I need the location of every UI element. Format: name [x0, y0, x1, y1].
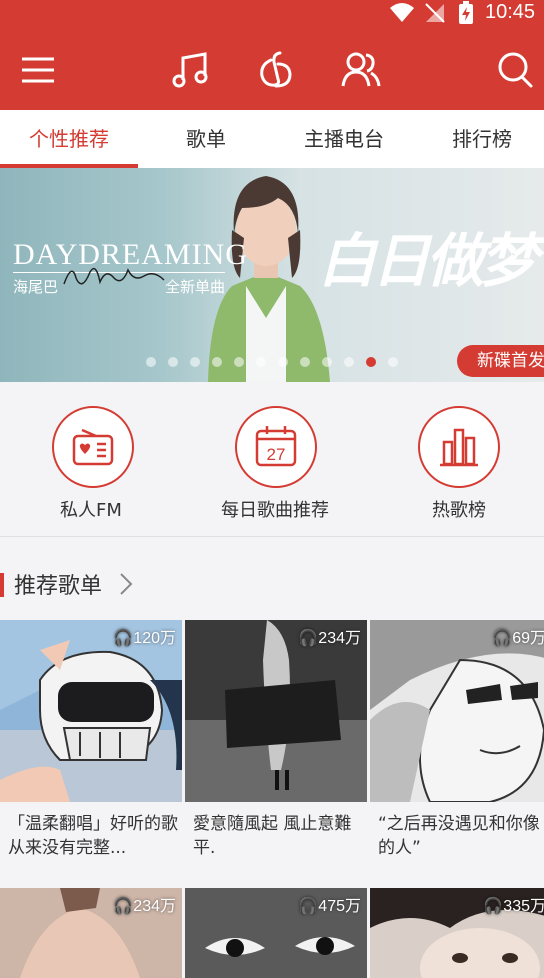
tab-charts[interactable]: 排行榜 [414, 110, 544, 168]
play-count: 🎧234万 [298, 630, 361, 647]
chevron-right-icon[interactable] [118, 571, 134, 597]
playlist-cover[interactable]: 🎧335万 [370, 888, 544, 978]
tab-radio[interactable]: 主播电台 [274, 110, 414, 168]
music-note-icon[interactable] [170, 50, 210, 90]
friends-icon[interactable] [340, 50, 382, 90]
private-fm-button[interactable] [52, 406, 134, 488]
playlist-title[interactable]: 「温柔翻唱」好听的歌从来没有完整... [8, 812, 178, 860]
play-count: 🎧69万 [492, 630, 544, 647]
radio-icon [72, 428, 114, 466]
menu-icon[interactable] [20, 56, 56, 84]
quick-nav: 私人FM 27 每日歌曲推荐 热歌榜 [0, 382, 544, 536]
section-title[interactable]: 推荐歌单 [14, 568, 102, 600]
hot-chart-button[interactable] [418, 406, 500, 488]
daily-recommend-button[interactable]: 27 [235, 406, 317, 488]
banner-artist: 海尾巴 [13, 278, 59, 296]
play-count-value: 69万 [512, 630, 544, 647]
play-count: 🎧234万 [113, 898, 176, 915]
carousel-dot[interactable] [190, 357, 200, 367]
playlist-cover[interactable]: 🎧120万 [0, 620, 182, 802]
play-count-value: 335万 [503, 898, 544, 915]
play-count-value: 475万 [318, 898, 361, 915]
banner-artist-image [208, 176, 330, 382]
netease-logo-icon[interactable] [256, 49, 296, 91]
playlist-cover[interactable]: 🎧475万 [185, 888, 367, 978]
play-count-value: 234万 [133, 898, 176, 915]
status-time: 10:45 [485, 1, 536, 23]
play-count: 🎧120万 [113, 630, 176, 647]
banner-signature [63, 267, 165, 285]
carousel-dot[interactable] [146, 357, 156, 367]
daily-recommend-label: 每日歌曲推荐 [221, 500, 329, 521]
playlist-cover[interactable]: 🎧234万 [185, 620, 367, 802]
top-app-bar: 10:45 [0, 0, 544, 110]
play-count: 🎧475万 [298, 898, 361, 915]
section-accent [0, 573, 4, 597]
carousel-dot[interactable] [344, 357, 354, 367]
playlist-title[interactable]: “之后再没遇见和你像的人” [378, 812, 544, 860]
carousel-dot[interactable] [256, 357, 266, 367]
playlist-title[interactable]: 愛意隨風起 風止意難平. [193, 812, 363, 860]
play-count: 🎧335万 [483, 898, 544, 915]
tab-recommend[interactable]: 个性推荐 [0, 110, 138, 168]
signal-off-icon [425, 3, 445, 23]
playlist-cover[interactable]: 🎧234万 [0, 888, 182, 978]
divider [0, 536, 544, 537]
carousel-dot[interactable] [388, 357, 398, 367]
tab-playlists[interactable]: 歌单 [138, 110, 274, 168]
calendar-date: 27 [267, 445, 286, 464]
playlist-cover[interactable]: 🎧69万 [370, 620, 544, 802]
chart-bars-icon [440, 428, 478, 467]
search-icon[interactable] [496, 50, 534, 90]
carousel-dot[interactable] [300, 357, 310, 367]
new-album-badge[interactable]: 新碟首发 [457, 345, 544, 377]
carousel-dot[interactable] [322, 357, 332, 367]
tab-bar: 个性推荐 歌单 主播电台 排行榜 [0, 110, 544, 168]
banner-subtitle: 全新单曲 [165, 278, 226, 296]
hot-chart-label: 热歌榜 [432, 500, 486, 521]
play-count-value: 120万 [133, 630, 176, 647]
calendar-icon: 27 [255, 426, 297, 467]
wifi-icon [390, 3, 414, 22]
carousel-dot[interactable] [234, 357, 244, 367]
carousel-dot[interactable] [278, 357, 288, 367]
carousel-dot[interactable] [212, 357, 222, 367]
banner-calligraphy: 白日做梦 [318, 227, 538, 295]
battery-charging-icon [459, 1, 473, 24]
private-fm-label: 私人FM [60, 500, 122, 521]
carousel-dot[interactable] [168, 357, 178, 367]
carousel-dot[interactable] [366, 357, 376, 367]
play-count-value: 234万 [318, 630, 361, 647]
